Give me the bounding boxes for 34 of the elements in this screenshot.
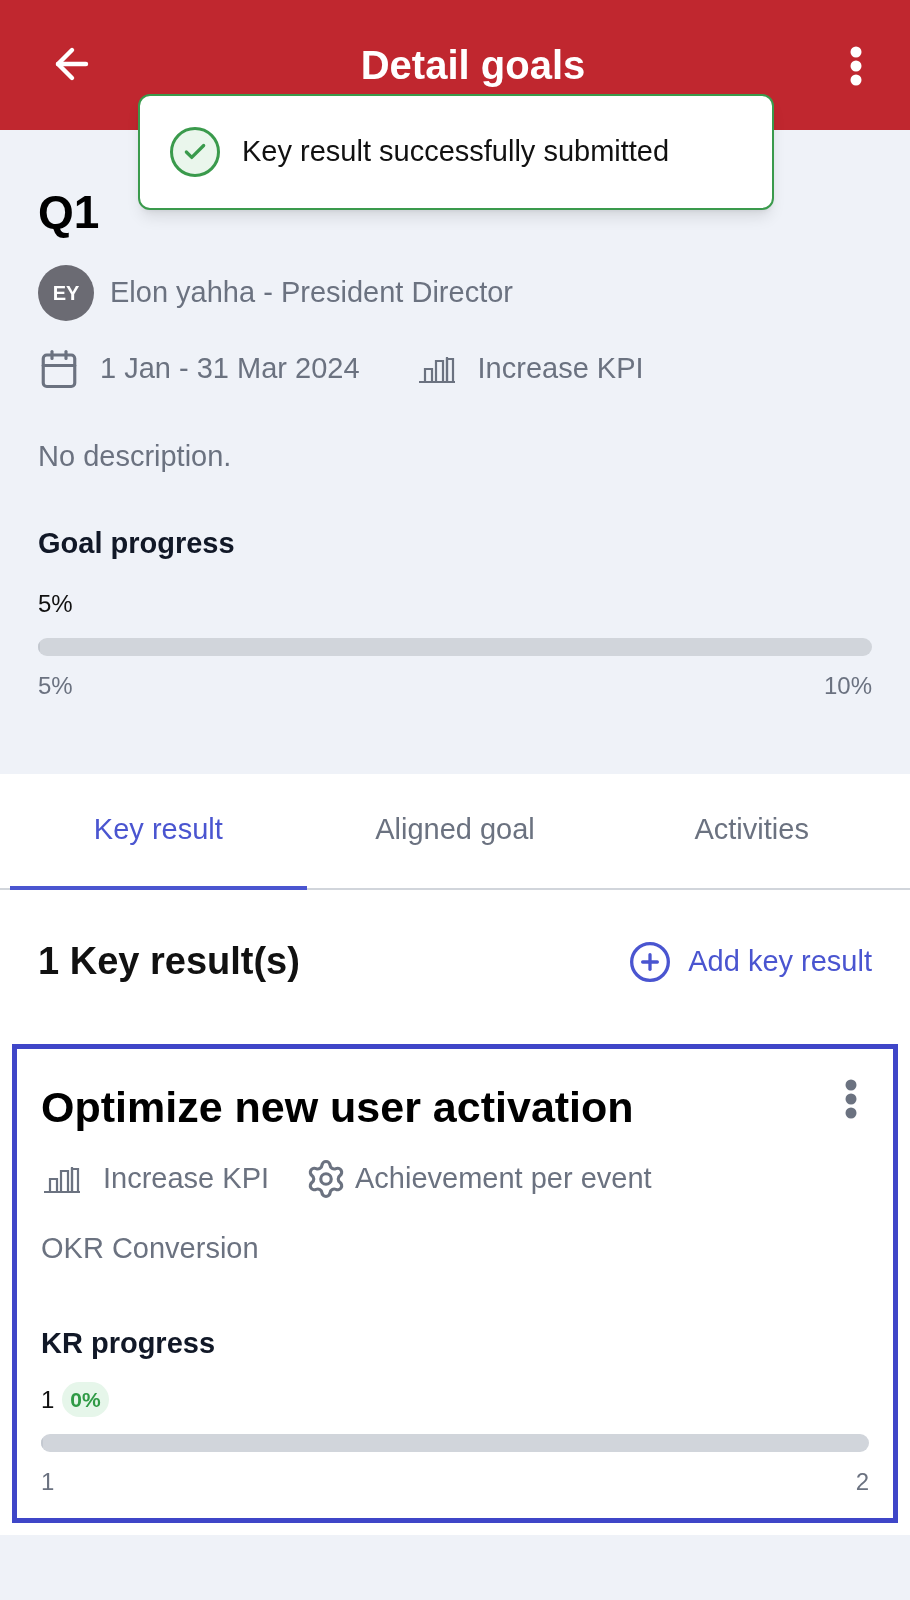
toast-message: Key result successfully submitted [242,134,670,170]
goal-type: Increase KPI [477,351,644,386]
more-icon [845,1078,857,1119]
key-result-goal: OKR Conversion [41,1230,260,1266]
more-icon [850,46,862,86]
avatar: EY [38,265,94,321]
key-result-count: 1 Key result(s) [38,939,300,984]
progress-start: 1 [41,1466,55,1497]
progress-target: 2 [855,1466,869,1497]
more-button[interactable] [850,46,862,86]
tab[interactable]: Aligned goal [306,773,604,890]
page-title: Detail goals [360,42,586,89]
progress-start: 5% [38,670,73,701]
percent-badge: 0% [62,1381,109,1418]
plus-icon [628,939,673,984]
progress-target: 10% [823,670,872,701]
tab[interactable]: Activities [603,773,900,890]
key-result-method: Achievement per event [355,1161,652,1196]
tab[interactable]: Key result [10,773,307,890]
progress-title: KR progress [41,1326,217,1361]
key-result-title: Optimize new user activation [41,1081,634,1133]
owner-name: Elon yahha - President Director [110,275,513,311]
add-key-result-button[interactable]: Add key result [628,939,872,984]
progress-value: 5% [38,588,74,619]
key-result-type: Increase KPI [103,1161,270,1196]
success-icon [170,127,220,177]
card-more-button[interactable] [845,1078,857,1119]
goal-period: 1 Jan - 31 Mar 2024 [100,351,360,386]
goal-title: Q1 [38,185,100,240]
progress-value: 1 [41,1384,55,1415]
goal-description: No description. [38,438,233,474]
bar-chart-icon [41,1164,83,1193]
progress-title: Goal progress [38,526,236,561]
key-result-card[interactable]: Optimize new user activation Increase KPI Achievement per event OKR Conversion KR progress 1 0% 1 2 [12,1043,898,1523]
